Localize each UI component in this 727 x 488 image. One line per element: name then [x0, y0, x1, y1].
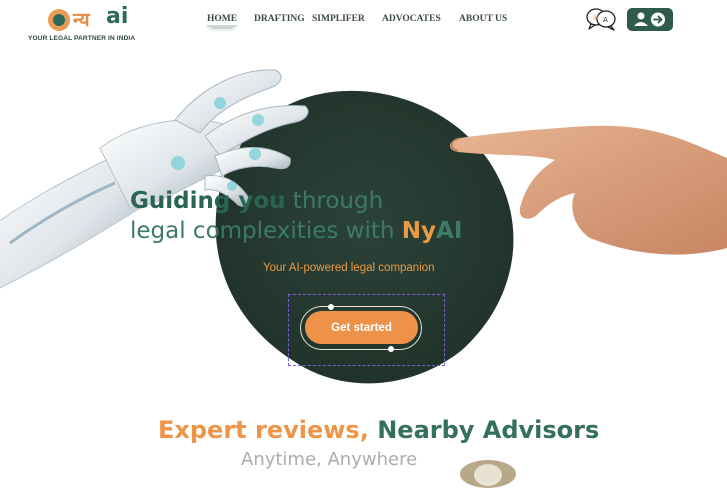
nav-home[interactable]: HOME	[207, 14, 238, 27]
human-hand-image	[449, 125, 727, 255]
hero-brand-ai: AI	[436, 218, 463, 244]
nav-drafting[interactable]: DRAFTING	[254, 14, 305, 24]
section-title: Expert reviews, Nearby Advisors	[158, 416, 599, 444]
section-title-orange: Expert reviews,	[158, 416, 369, 444]
logo-hindi-text: न्य	[73, 9, 90, 31]
user-login-icon	[634, 12, 665, 27]
hero-headline-emphasis: Guiding you	[130, 188, 286, 214]
get-started-button[interactable]: Get started	[305, 311, 418, 344]
svg-text:A: A	[603, 16, 608, 24]
hero-brand-ny: Ny	[401, 218, 437, 244]
hero-headline-rest: through	[285, 188, 384, 214]
hero-headline-line2: legal complexities with NyAI	[130, 216, 462, 246]
nav-about-us[interactable]: ABOUT US	[459, 14, 507, 24]
nav-simplifer[interactable]: SIMPLIFER	[312, 14, 365, 24]
hero-subtitle: Your AI-powered legal companion	[263, 262, 435, 274]
cta-handle-dot	[388, 346, 394, 352]
section-subtitle: Anytime, Anywhere	[241, 449, 418, 470]
svg-text:अ: अ	[593, 14, 599, 22]
logo[interactable]: न्य ai YOUR LEGAL PARTNER IN INDIA	[28, 4, 148, 46]
scales-icon	[48, 9, 70, 31]
nav-advocates[interactable]: ADVOCATES	[382, 14, 441, 24]
section-title-green: Nearby Advisors	[368, 416, 600, 444]
hero-headline-line2-text: legal complexities with	[130, 218, 402, 244]
advisor-avatar	[460, 460, 516, 488]
translate-icon[interactable]: अ A	[585, 6, 619, 32]
cta-handle-dot	[328, 304, 334, 310]
logo-ai-text: ai	[106, 4, 129, 29]
hero-headline-line1: Guiding you through	[130, 186, 383, 216]
login-button[interactable]	[627, 8, 673, 31]
tagline: YOUR LEGAL PARTNER IN INDIA	[28, 35, 136, 42]
